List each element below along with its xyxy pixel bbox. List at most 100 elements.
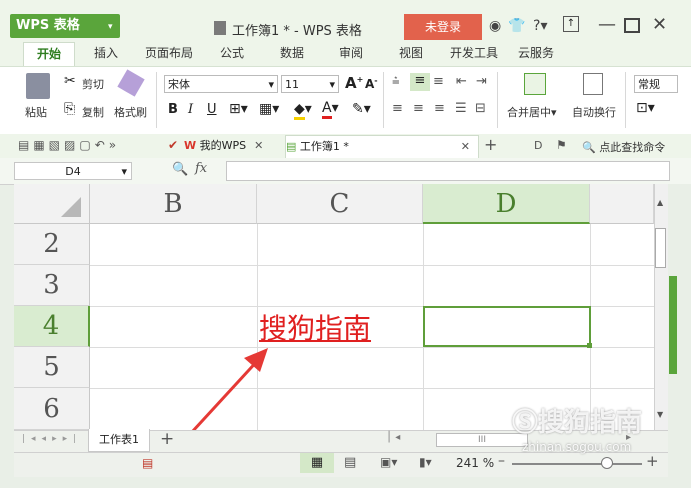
zoom-slider-knob[interactable] <box>601 457 613 469</box>
restore-ribbon-icon[interactable]: ↑ <box>563 16 579 32</box>
increase-font-icon[interactable]: A+ <box>345 74 363 92</box>
wrap-text-icon[interactable] <box>583 73 603 95</box>
row-header-6[interactable]: 6 <box>14 388 90 430</box>
close-icon[interactable]: ✕ <box>652 14 667 35</box>
scroll-up-icon[interactable]: ▲ <box>657 198 663 207</box>
tab-insert[interactable]: 插入 <box>94 44 118 61</box>
sheet-nav-arrows[interactable]: |◂◂▸▸| <box>22 434 82 444</box>
column-header-d[interactable]: D <box>423 184 590 224</box>
zoom-in-icon[interactable]: + <box>646 452 659 470</box>
justify-icon[interactable]: ☰ <box>455 101 467 116</box>
font-size-select[interactable]: 11 ▾ <box>281 75 339 93</box>
tab-workbook[interactable]: ▤ 工作簿1 * ✕ <box>285 135 479 158</box>
tab-mywps[interactable]: W 我的WPS ✕ <box>184 135 284 157</box>
flag-icon[interactable]: ⚑ <box>556 138 567 152</box>
italic-button[interactable]: I <box>188 102 193 117</box>
app-logo-button[interactable]: WPS 表格 <box>10 14 120 38</box>
macro-icon[interactable]: ▤ <box>142 456 153 470</box>
decrease-font-icon[interactable]: A- <box>365 76 378 91</box>
watermark-url: zhinan.sogou.com <box>522 440 632 454</box>
page-break-view-icon[interactable]: ▤ <box>344 455 356 470</box>
vertical-scroll-thumb[interactable] <box>655 228 666 268</box>
name-box[interactable]: D4 ▾ <box>14 162 132 180</box>
add-sheet-button[interactable]: + <box>160 429 174 449</box>
vertical-scrollbar[interactable] <box>654 184 669 430</box>
currency-icon[interactable]: ⊡▾ <box>636 100 655 116</box>
tab-data[interactable]: 数据 <box>280 44 304 61</box>
merge-center-icon[interactable] <box>524 73 546 95</box>
column-header-e[interactable] <box>590 184 654 224</box>
underline-button[interactable]: U <box>207 102 217 117</box>
eye-protect-icon[interactable]: ▮▾ <box>419 455 432 469</box>
minimize-icon[interactable]: — <box>598 14 616 35</box>
border-icon[interactable]: ⊞▾ <box>229 101 248 117</box>
wrap-text-button[interactable]: 自动换行 <box>572 104 616 120</box>
copy-button[interactable]: 复制 <box>82 104 104 120</box>
font-name-select[interactable]: 宋体 ▾ <box>164 75 278 93</box>
zoom-level[interactable]: 241 % <box>456 456 494 470</box>
search-command-button[interactable]: 🔍 点此查找命令 <box>582 139 665 155</box>
clear-format-icon[interactable]: ✎▾ <box>352 101 371 117</box>
zoom-search-icon[interactable]: 🔍 <box>172 162 188 177</box>
tab-formulas[interactable]: 公式 <box>220 44 244 61</box>
sheet-tab-1[interactable]: 工作表1 <box>88 429 150 452</box>
tab-cloud[interactable]: 云服务 <box>518 44 554 61</box>
tab-developer[interactable]: 开发工具 <box>450 44 498 61</box>
format-painter-button[interactable]: 格式刷 <box>114 104 147 120</box>
scroll-down-icon[interactable]: ▼ <box>657 410 663 419</box>
align-center-icon[interactable]: ≡ <box>413 101 424 116</box>
indent-increase-icon[interactable]: ⇥ <box>476 74 487 89</box>
close-icon[interactable]: ✕ <box>461 136 470 158</box>
skin-icon[interactable]: ◉ <box>489 18 501 34</box>
fx-button[interactable]: fx <box>195 161 207 176</box>
column-header-b[interactable]: B <box>90 184 257 224</box>
fill-color-icon[interactable]: ◆▾ <box>294 101 312 120</box>
paste-icon[interactable] <box>26 73 50 99</box>
cut-button[interactable]: 剪切 <box>82 76 104 92</box>
maximize-icon[interactable] <box>624 18 640 33</box>
side-panel-toggle[interactable] <box>669 276 677 374</box>
help-icon[interactable]: ?▾ <box>533 18 547 34</box>
distribute-icon[interactable]: ⊟ <box>475 101 486 116</box>
shirt-icon[interactable]: 👕 <box>508 18 525 34</box>
align-top-icon[interactable]: ⩮ <box>392 74 400 89</box>
formula-input[interactable] <box>226 161 670 181</box>
copy-icon[interactable]: ⎘ <box>64 101 75 117</box>
fill-handle[interactable] <box>587 343 592 348</box>
zoom-out-icon[interactable]: – <box>498 453 505 469</box>
select-all-corner[interactable] <box>14 184 90 224</box>
align-bottom-icon[interactable]: ≡ <box>433 74 444 89</box>
zoom-slider[interactable] <box>512 463 642 465</box>
column-header-c[interactable]: C <box>257 184 423 224</box>
paste-label[interactable]: 粘贴 <box>25 104 47 120</box>
quick-access-toolbar[interactable]: ▤▦▧▨▢↶» <box>18 138 120 152</box>
font-color-icon[interactable]: A▾ <box>322 100 339 119</box>
number-format-select[interactable]: 常规 <box>634 75 678 93</box>
align-left-icon[interactable]: ≡ <box>392 101 403 116</box>
row-header-3[interactable]: 3 <box>14 265 90 306</box>
doc-menu-icon[interactable]: D <box>534 139 542 152</box>
tab-page-layout[interactable]: 页面布局 <box>145 44 193 61</box>
reading-mode-icon[interactable]: ▣▾ <box>380 455 397 469</box>
selected-cell-d4[interactable] <box>423 306 591 347</box>
tab-view[interactable]: 视图 <box>399 44 423 61</box>
row-header-4[interactable]: 4 <box>14 306 90 347</box>
pin-icon[interactable]: ✔ <box>168 138 178 152</box>
merge-center-button[interactable]: 合并居中▾ <box>507 104 557 120</box>
bold-button[interactable]: B <box>168 102 178 117</box>
align-middle-icon[interactable]: ≡ <box>410 73 430 91</box>
scroll-left-icon[interactable]: │ ◂ <box>386 432 400 443</box>
align-right-icon[interactable]: ≡ <box>434 101 445 116</box>
tab-home[interactable]: 开始 <box>23 42 75 67</box>
row-header-2[interactable]: 2 <box>14 224 90 265</box>
normal-view-icon[interactable]: ▦ <box>300 453 334 473</box>
tab-review[interactable]: 审阅 <box>339 44 363 61</box>
row-header-5[interactable]: 5 <box>14 347 90 388</box>
cell-style-icon[interactable]: ▦▾ <box>259 101 279 117</box>
close-icon[interactable]: ✕ <box>254 139 263 152</box>
indent-decrease-icon[interactable]: ⇤ <box>456 74 467 89</box>
login-button[interactable]: 未登录 <box>404 14 482 40</box>
chevron-down-icon[interactable]: ▾ <box>108 22 113 32</box>
new-tab-icon[interactable]: + <box>484 135 497 154</box>
scissors-icon[interactable]: ✂ <box>64 73 76 89</box>
